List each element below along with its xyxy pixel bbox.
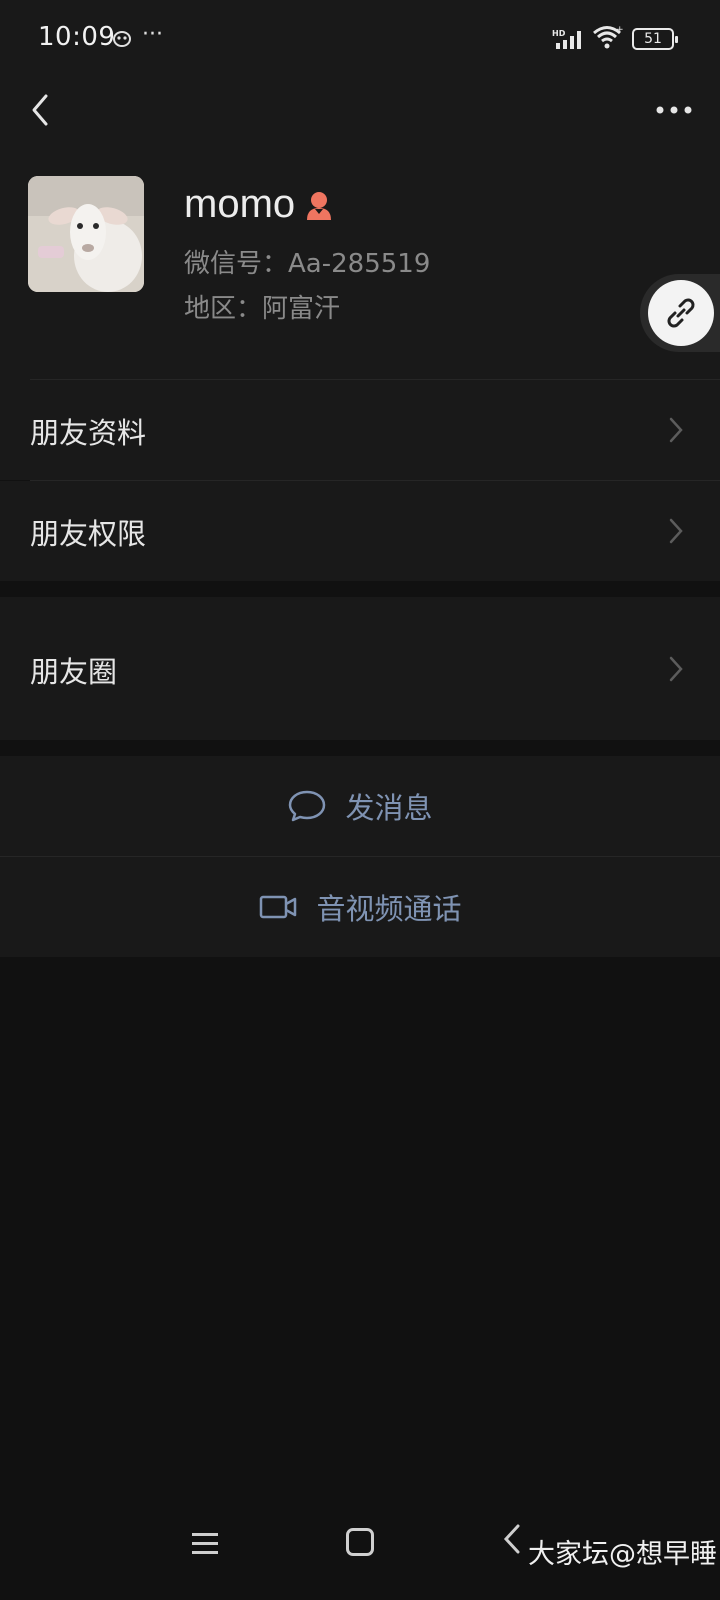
menu-item-label: 朋友资料 (30, 416, 147, 450)
chat-bubble-icon (289, 790, 326, 822)
menu-item-friend-info[interactable]: 朋友资料 (0, 380, 720, 480)
wechat-id-value: Aa-285519 (288, 249, 431, 279)
menu-item-moments[interactable]: 朋友圈 (0, 597, 720, 740)
wifi-icon: + (593, 25, 624, 49)
menu-item-label: 朋友权限 (30, 517, 147, 551)
cellular-signal-icon: HD (552, 29, 581, 49)
contact-name: momo (184, 182, 296, 226)
region-row: 地区：阿富汗 (184, 288, 340, 325)
video-camera-icon (260, 895, 297, 919)
notification-app-icon (113, 31, 131, 47)
status-bar: 10:09 ··· HD + 51 (0, 0, 720, 78)
top-navigation (0, 78, 720, 168)
chevron-right-icon (669, 518, 683, 544)
region-value: 阿富汗 (262, 294, 341, 324)
send-message-button[interactable]: 发消息 (0, 756, 720, 856)
recent-apps-icon[interactable] (190, 1530, 220, 1556)
link-icon (667, 298, 695, 328)
menu-item-label: 朋友圈 (30, 655, 118, 689)
status-more-dots: ··· (142, 22, 163, 47)
svg-text:HD: HD (552, 29, 566, 38)
profile-header: momo 微信号：Aa-285519 地区：阿富汗 (0, 168, 720, 380)
watermark-text: 大家坛@想早睡 (528, 1539, 717, 1570)
lamb-avatar-image (28, 176, 144, 292)
home-icon[interactable] (346, 1528, 374, 1556)
video-call-button[interactable]: 音视频通话 (0, 857, 720, 957)
menu-item-friend-permissions[interactable]: 朋友权限 (0, 481, 720, 581)
link-button[interactable] (648, 280, 714, 346)
wechat-id-row: 微信号：Aa-285519 (184, 243, 430, 280)
region-label: 地区： (184, 294, 263, 324)
avatar[interactable] (28, 176, 144, 292)
wechat-id-label: 微信号： (184, 249, 289, 279)
chevron-right-icon (669, 656, 683, 682)
back-icon[interactable] (500, 1522, 524, 1556)
female-gender-icon (307, 192, 331, 220)
battery-icon: 51 (632, 28, 678, 50)
chevron-right-icon (669, 417, 683, 443)
back-arrow-icon[interactable] (20, 86, 60, 134)
send-message-label: 发消息 (345, 791, 433, 825)
video-call-label: 音视频通话 (316, 892, 462, 926)
svg-text:+: + (616, 25, 624, 35)
status-time: 10:09 (38, 22, 116, 52)
system-navigation-bar: 大家坛@想早睡 (0, 1510, 720, 1600)
more-icon[interactable] (652, 90, 696, 130)
